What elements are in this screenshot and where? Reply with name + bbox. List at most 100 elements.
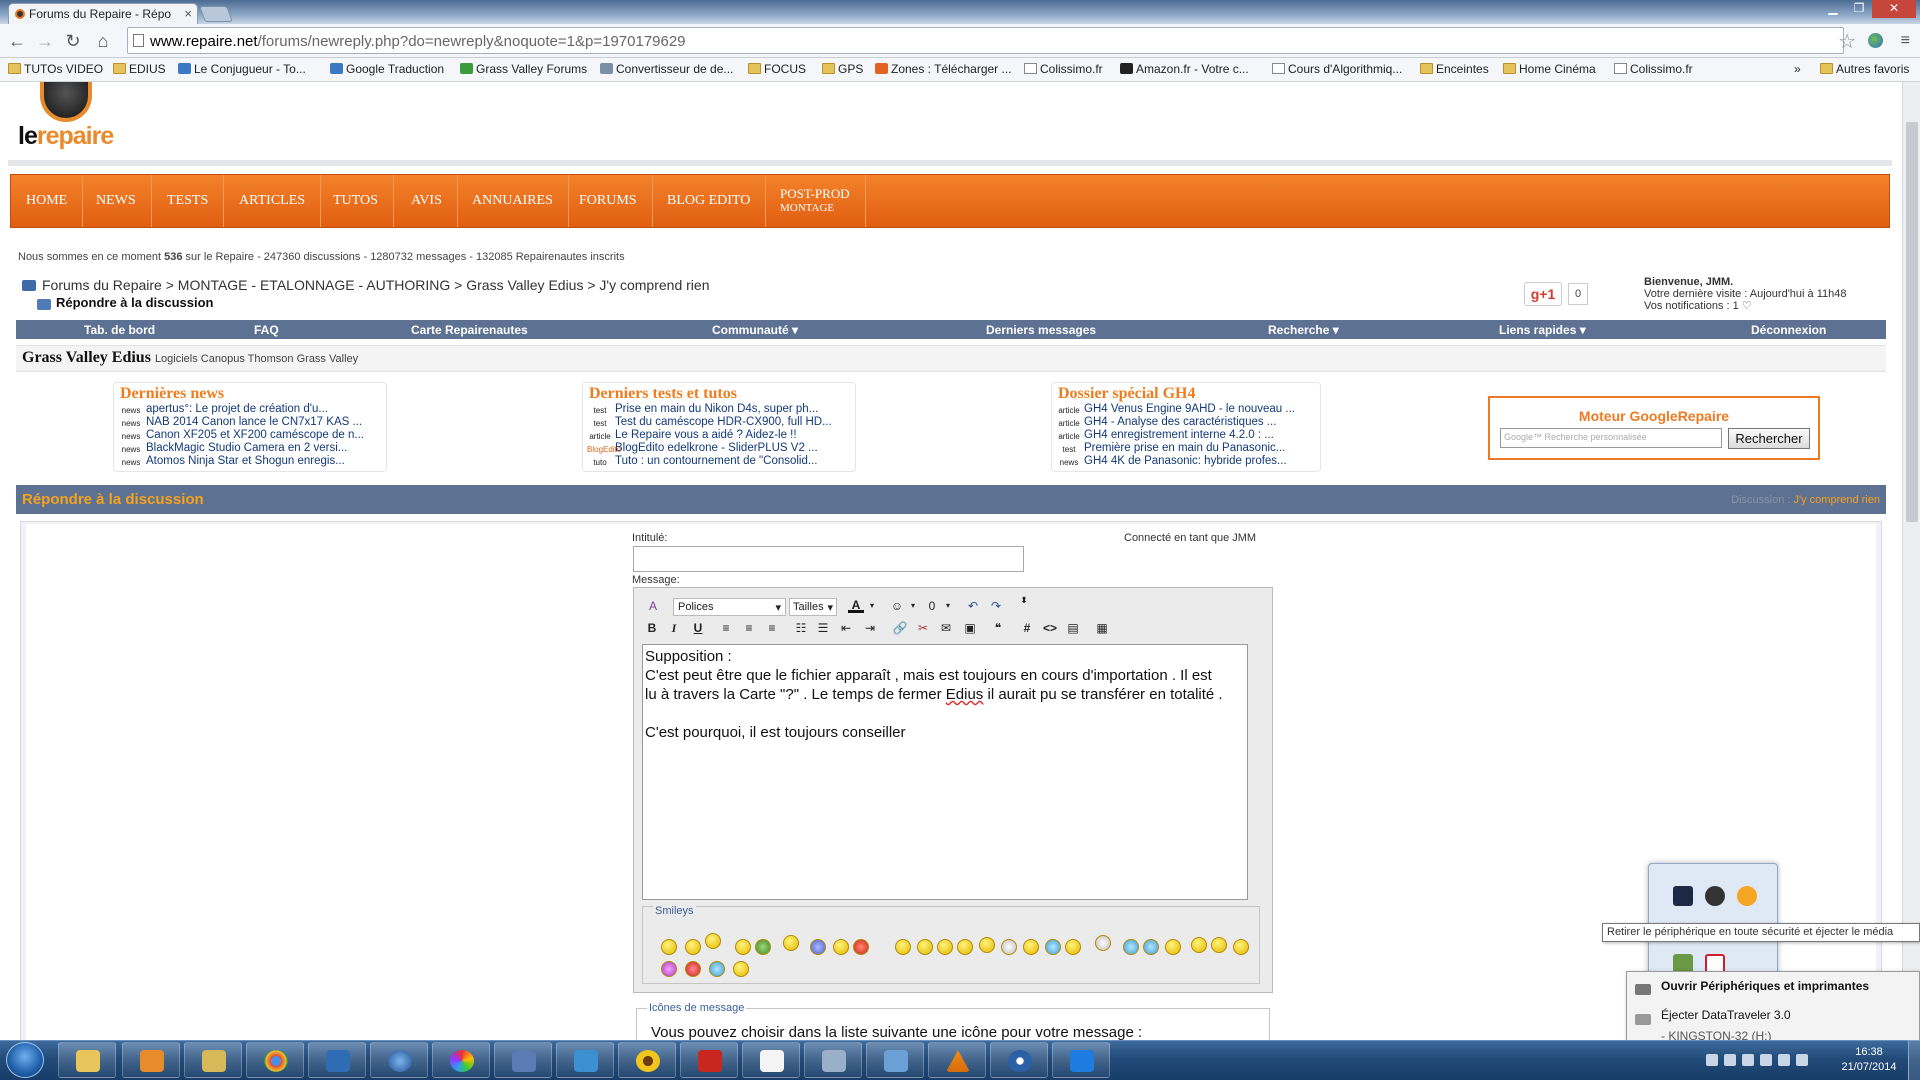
- forward-arrow-icon[interactable]: →: [34, 30, 56, 52]
- nav-search[interactable]: Recherche ▾: [1268, 323, 1339, 337]
- list-item[interactable]: BlogEdito BlogEdito edelkrone - SliderPLU…: [587, 442, 851, 455]
- taskbar-notes-button[interactable]: [866, 1042, 924, 1078]
- display-tray-icon[interactable]: [1673, 886, 1693, 906]
- back-arrow-icon[interactable]: ←: [6, 30, 28, 52]
- underline-icon[interactable]: U: [690, 620, 706, 636]
- taskbar-library-button[interactable]: [184, 1042, 242, 1078]
- resize-toggle-icon[interactable]: ⬍: [1016, 596, 1032, 612]
- smiley-icon[interactable]: [1191, 937, 1207, 953]
- align-center-icon[interactable]: ≡: [741, 620, 757, 636]
- nav-annuaires[interactable]: ANNUAIRES: [457, 175, 569, 227]
- taskbar-pdf-button[interactable]: [680, 1042, 738, 1078]
- smiley-icon[interactable]: [1143, 939, 1159, 955]
- smiley-icon[interactable]: [895, 939, 911, 955]
- start-button[interactable]: [6, 1042, 44, 1078]
- quote-icon[interactable]: ❝: [990, 620, 1006, 636]
- taskbar-pen-button[interactable]: [556, 1042, 614, 1078]
- bookmark-star-icon[interactable]: ☆: [1838, 29, 1856, 54]
- html-icon[interactable]: ▤: [1065, 620, 1081, 636]
- nav-latest-posts[interactable]: Derniers messages: [986, 323, 1096, 337]
- nav-community[interactable]: Communauté ▾: [712, 323, 798, 337]
- bookmark-item[interactable]: Convertisseur de de...: [600, 62, 733, 76]
- message-textarea[interactable]: Supposition : C'est peut être que le fic…: [642, 644, 1248, 900]
- code-icon[interactable]: <>: [1042, 620, 1058, 636]
- google-search-input[interactable]: Google™ Recherche personnalisée: [1500, 428, 1722, 448]
- thread-link[interactable]: Discussion : J'y comprend rien: [1731, 494, 1880, 506]
- smiley-icon[interactable]: [979, 937, 995, 953]
- page-scrollbar[interactable]: [1902, 82, 1920, 1040]
- smiley-icon[interactable]: [1045, 939, 1061, 955]
- taskbar-document-button[interactable]: [742, 1042, 800, 1078]
- extension-globe-icon[interactable]: [1868, 33, 1883, 48]
- notifications[interactable]: Vos notifications : 1 ♡: [1644, 300, 1846, 312]
- bookmark-item[interactable]: Colissimo.fr: [1614, 62, 1693, 76]
- home-icon[interactable]: ⌂: [92, 30, 114, 52]
- remove-link-icon[interactable]: ✂: [915, 620, 931, 636]
- align-right-icon[interactable]: ≡: [764, 620, 780, 636]
- list-item[interactable]: tuto Tuto : un contournement de "Consolid…: [587, 455, 851, 468]
- list-item[interactable]: news apertus°: Le projet de création d'u.…: [118, 403, 382, 416]
- text-color-icon[interactable]: A: [848, 597, 864, 613]
- list-item[interactable]: news BlackMagic Studio Camera en 2 versi.…: [118, 442, 382, 455]
- welcome-user[interactable]: Bienvenue, JMM.: [1644, 276, 1846, 288]
- minimize-button[interactable]: ▁: [1820, 0, 1846, 18]
- bookmark-item[interactable]: Enceintes: [1420, 62, 1489, 76]
- smiley-icon[interactable]: [917, 939, 933, 955]
- bookmark-item[interactable]: Grass Valley Forums: [460, 62, 587, 76]
- font-select[interactable]: Polices ▾: [673, 598, 786, 616]
- taskbar-vlc-button[interactable]: [928, 1042, 986, 1078]
- insert-link-icon[interactable]: 🔗: [892, 620, 908, 636]
- bookmark-item[interactable]: Zones : Télécharger ...: [875, 62, 1012, 76]
- reload-icon[interactable]: ↻: [62, 30, 84, 52]
- bullet-list-icon[interactable]: ☰: [815, 620, 831, 636]
- smiley-icon[interactable]: [810, 939, 826, 955]
- google-plus-button[interactable]: g+1: [1524, 282, 1562, 306]
- taskbar-color-button[interactable]: [432, 1042, 490, 1078]
- bookmarks-overflow-button[interactable]: »: [1794, 62, 1801, 76]
- bookmark-item[interactable]: TUTOs VIDEO: [8, 62, 103, 76]
- remove-format-icon[interactable]: A: [645, 598, 661, 614]
- indent-icon[interactable]: ⇥: [862, 620, 878, 636]
- smiley-icon[interactable]: [853, 939, 869, 955]
- list-item[interactable]: news Atomos Ninja Star et Shogun enregis.…: [118, 455, 382, 468]
- list-item[interactable]: news Canon XF205 et XF200 caméscope de n.…: [118, 429, 382, 442]
- color-dropdown-icon[interactable]: ▾: [864, 598, 880, 614]
- smiley-icon[interactable]: [1123, 939, 1139, 955]
- bookmark-item[interactable]: Home Cinéma: [1503, 62, 1596, 76]
- nav-logout[interactable]: Déconnexion: [1751, 323, 1826, 337]
- list-item[interactable]: test Prise en main du Nikon D4s, super ph…: [587, 403, 851, 416]
- nav-tutos[interactable]: TUTOS: [318, 175, 394, 227]
- taskbar-chrome-button[interactable]: [246, 1042, 304, 1078]
- tray-monitor-icon[interactable]: [1796, 1054, 1808, 1066]
- smiley-icon[interactable]: [661, 939, 677, 955]
- camera-tray-icon[interactable]: [1705, 886, 1725, 906]
- smiley-icon[interactable]: [1023, 939, 1039, 955]
- smiley-menu-icon[interactable]: ☺: [889, 598, 905, 614]
- smiley-icon[interactable]: [685, 961, 701, 977]
- nav-dashboard[interactable]: Tab. de bord: [84, 323, 155, 337]
- list-item[interactable]: article GH4 Venus Engine 9AHD - le nouvea…: [1056, 403, 1316, 416]
- wrap-tag-icon[interactable]: #: [1019, 620, 1035, 636]
- smiley-icon[interactable]: [661, 961, 677, 977]
- taskbar-media-button[interactable]: [122, 1042, 180, 1078]
- show-desktop-button[interactable]: [1908, 1040, 1920, 1080]
- new-tab-button[interactable]: [199, 6, 233, 22]
- list-item[interactable]: article Le Repaire vous a aidé ? Aidez-le…: [587, 429, 851, 442]
- taskbar-compass-button[interactable]: [990, 1042, 1048, 1078]
- list-item[interactable]: article GH4 enregistrement interne 4.2.0 …: [1056, 429, 1316, 442]
- smiley-icon[interactable]: [1001, 939, 1017, 955]
- smiley-icon[interactable]: [1233, 939, 1249, 955]
- bookmark-item[interactable]: Cours d'Algorithmiq...: [1272, 62, 1402, 76]
- nav-articles[interactable]: ARTICLES: [224, 175, 322, 227]
- numbered-list-icon[interactable]: ☷: [793, 620, 809, 636]
- google-search-button[interactable]: Rechercher: [1728, 428, 1810, 449]
- taskbar-calc2-button[interactable]: [804, 1042, 862, 1078]
- align-left-icon[interactable]: ≡: [718, 620, 734, 636]
- bookmark-item[interactable]: GPS: [822, 62, 863, 76]
- menu-open-devices[interactable]: Ouvrir Périphériques et imprimantes: [1661, 979, 1869, 993]
- smiley-icon[interactable]: [755, 939, 771, 955]
- bookmark-item[interactable]: EDIUS: [113, 62, 166, 76]
- menu-icon[interactable]: ≡: [1901, 32, 1910, 50]
- nav-member-map[interactable]: Carte Repairenautes: [411, 323, 528, 337]
- nav-avis[interactable]: AVIS: [396, 175, 458, 227]
